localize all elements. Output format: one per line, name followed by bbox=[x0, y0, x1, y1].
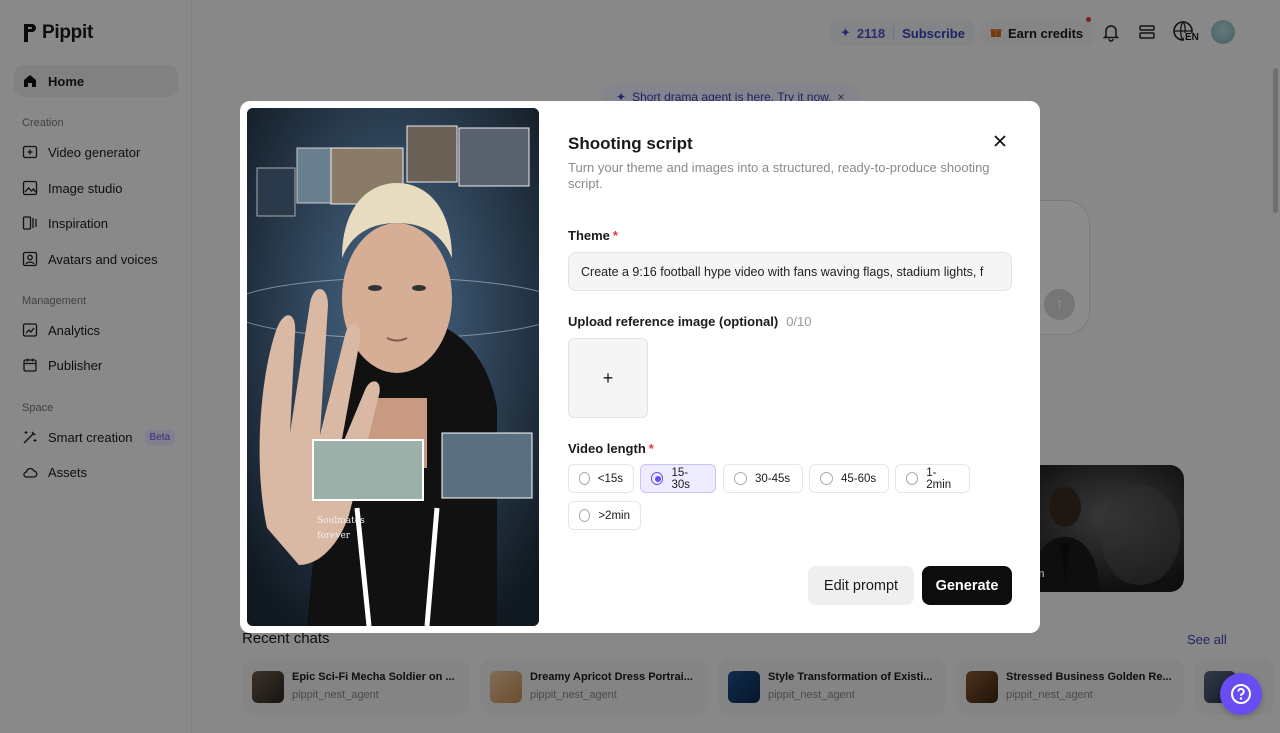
option-label: 1-2min bbox=[926, 466, 952, 491]
close-button[interactable] bbox=[990, 131, 1010, 151]
upload-label: Upload reference image (optional) 0/10 bbox=[568, 314, 812, 329]
theme-input[interactable]: Create a 9:16 football hype video with f… bbox=[568, 252, 1012, 291]
theme-label: Theme * bbox=[568, 228, 618, 243]
svg-text:Soulmates: Soulmates bbox=[317, 516, 365, 526]
option-label: >2min bbox=[598, 509, 630, 522]
plus-icon: + bbox=[602, 367, 614, 388]
required-mark: * bbox=[612, 228, 618, 243]
edit-prompt-button[interactable]: Edit prompt bbox=[808, 566, 914, 605]
length-option-under-15s[interactable]: <15s bbox=[568, 464, 634, 493]
upload-count: 0/10 bbox=[786, 314, 812, 329]
hero-image: Soulmates forever bbox=[247, 108, 539, 626]
option-label: 30-45s bbox=[755, 472, 791, 485]
length-option-45-60s[interactable]: 45-60s bbox=[809, 464, 889, 493]
shooting-script-modal: Soulmates forever Shooting script Turn y… bbox=[240, 101, 1040, 633]
radio-icon bbox=[579, 509, 591, 522]
modal-description: Turn your theme and images into a struct… bbox=[568, 160, 990, 191]
upload-label-text: Upload reference image (optional) bbox=[568, 314, 779, 329]
video-length-label: Video length * bbox=[568, 441, 654, 456]
theme-input-value: Create a 9:16 football hype video with f… bbox=[581, 264, 984, 279]
length-option-1-2min[interactable]: 1-2min bbox=[895, 464, 970, 493]
video-length-label-text: Video length bbox=[568, 441, 646, 456]
required-mark: * bbox=[648, 441, 654, 456]
upload-image-button[interactable]: + bbox=[568, 338, 648, 418]
help-icon bbox=[1231, 684, 1251, 704]
theme-label-text: Theme bbox=[568, 228, 610, 243]
close-icon bbox=[994, 135, 1006, 147]
help-button[interactable] bbox=[1220, 673, 1262, 715]
radio-icon bbox=[734, 472, 747, 485]
generate-button[interactable]: Generate bbox=[922, 566, 1012, 605]
length-option-30-45s[interactable]: 30-45s bbox=[723, 464, 803, 493]
length-option-15-30s[interactable]: 15-30s bbox=[640, 464, 716, 493]
radio-icon bbox=[820, 472, 833, 485]
option-label: <15s bbox=[597, 472, 623, 485]
option-label: 15-30s bbox=[671, 466, 691, 491]
radio-icon bbox=[579, 472, 590, 485]
svg-text:forever: forever bbox=[317, 531, 351, 541]
radio-icon bbox=[906, 472, 919, 485]
option-label: 45-60s bbox=[841, 472, 877, 485]
length-option-over-2min[interactable]: >2min bbox=[568, 501, 641, 530]
modal-title: Shooting script bbox=[568, 134, 693, 153]
radio-selected-icon bbox=[651, 472, 664, 485]
